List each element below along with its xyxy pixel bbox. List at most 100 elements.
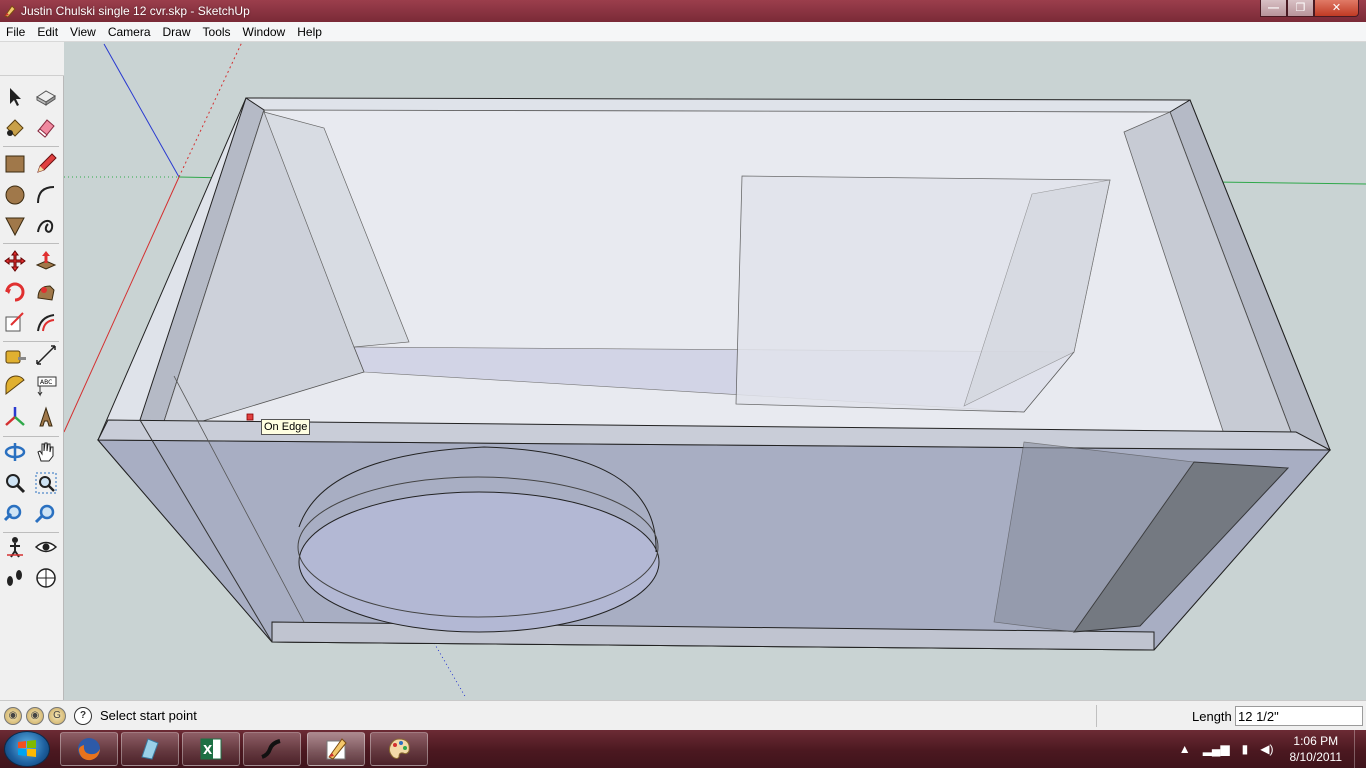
- circle-icon: [5, 185, 25, 205]
- geo-location-icon[interactable]: ◉: [4, 706, 22, 725]
- menu-bar: File Edit View Camera Draw Tools Window …: [0, 22, 1366, 42]
- orbit-tool[interactable]: [2, 439, 28, 465]
- rectangle-tool[interactable]: [2, 151, 28, 177]
- top-toolbar-area: [0, 42, 64, 76]
- zoom-window-tool[interactable]: [33, 470, 59, 496]
- dimension-icon: [36, 345, 56, 365]
- taskbar-paint[interactable]: [370, 732, 428, 766]
- rotate-tool[interactable]: [2, 279, 28, 305]
- previous-view-icon: [3, 504, 22, 522]
- line-tool[interactable]: [33, 151, 59, 177]
- taskbar-excel[interactable]: X: [182, 732, 240, 766]
- close-button[interactable]: ✕: [1314, 0, 1359, 17]
- freehand-tool[interactable]: [33, 213, 59, 239]
- arc-tool[interactable]: [33, 182, 59, 208]
- make-component-tool[interactable]: [33, 84, 59, 110]
- credits-icon[interactable]: ◉: [26, 706, 44, 725]
- follow-me-tool[interactable]: [33, 279, 59, 305]
- previous-view-tool[interactable]: [2, 501, 28, 527]
- zoom-tool[interactable]: [2, 470, 28, 496]
- pan-tool[interactable]: [33, 439, 59, 465]
- protractor-tool[interactable]: [2, 373, 28, 399]
- tape-measure-tool[interactable]: [2, 342, 28, 368]
- sketchup-app-icon: [4, 5, 16, 18]
- measurements-input[interactable]: [1235, 706, 1363, 726]
- offset-tool[interactable]: [33, 310, 59, 336]
- menu-edit[interactable]: Edit: [31, 25, 64, 39]
- tape-measure-icon: [5, 350, 26, 364]
- look-around-icon: [34, 541, 58, 553]
- speaker-cutout: [298, 491, 660, 633]
- taskbar-paint-tool[interactable]: [121, 732, 179, 766]
- pan-icon: [37, 442, 54, 462]
- polygon-icon: [5, 217, 25, 237]
- zoom-window-icon: [35, 472, 57, 494]
- rotate-icon: [5, 282, 25, 302]
- make-component-icon: [36, 90, 56, 106]
- paint-bucket-tool[interactable]: [2, 115, 28, 141]
- toolbar-separator: [3, 532, 59, 533]
- taskbar-clock[interactable]: 1:06 PM 8/10/2011: [1290, 733, 1343, 765]
- push-pull-tool[interactable]: [33, 248, 59, 274]
- clock-date: 8/10/2011: [1289, 750, 1343, 764]
- power-icon[interactable]: ▮: [1242, 742, 1249, 756]
- zoom-extents-tool[interactable]: [33, 501, 59, 527]
- select-icon: [10, 88, 21, 106]
- text-icon: ABC: [37, 376, 57, 397]
- circle-tool[interactable]: [2, 182, 28, 208]
- position-camera-tool[interactable]: [2, 534, 28, 560]
- text-tool[interactable]: ABC: [33, 373, 59, 399]
- menu-camera[interactable]: Camera: [102, 25, 157, 39]
- minimize-button[interactable]: —: [1260, 0, 1287, 17]
- menu-file[interactable]: File: [0, 25, 31, 39]
- inference-tooltip: On Edge: [261, 419, 311, 435]
- walk-tool[interactable]: [2, 565, 28, 591]
- menu-tools[interactable]: Tools: [197, 25, 237, 39]
- start-button[interactable]: [4, 731, 50, 767]
- follow-me-icon: [37, 285, 55, 301]
- protractor-icon: [5, 375, 25, 396]
- select-tool[interactable]: [2, 84, 28, 110]
- section-plane-icon: [36, 568, 56, 588]
- scale-tool[interactable]: [2, 310, 28, 336]
- freehand-icon: [37, 220, 54, 233]
- look-around-tool[interactable]: [33, 534, 59, 560]
- show-hidden-icons-icon[interactable]: ▲: [1179, 742, 1191, 756]
- move-icon: [4, 250, 26, 272]
- eraser-tool[interactable]: [33, 115, 59, 141]
- walk-icon: [7, 570, 22, 586]
- instructor-help-icon[interactable]: ?: [74, 706, 92, 725]
- menu-view[interactable]: View: [64, 25, 102, 39]
- axes-tool[interactable]: [2, 404, 28, 430]
- status-bar: ◉ ◉ G ? Select start point Length: [0, 700, 1366, 730]
- taskbar-sketchup[interactable]: [307, 732, 365, 766]
- menu-window[interactable]: Window: [237, 25, 292, 39]
- volume-icon[interactable]: ◀): [1260, 742, 1273, 756]
- menu-help[interactable]: Help: [291, 25, 328, 39]
- push-pull-icon: [35, 251, 57, 270]
- excel-icon: X: [200, 738, 222, 760]
- menu-draw[interactable]: Draw: [157, 25, 197, 39]
- 3d-text-tool[interactable]: [33, 404, 59, 430]
- axes-icon: [5, 407, 25, 426]
- taskbar-firefox[interactable]: [60, 732, 118, 766]
- green-axis-far: [1213, 181, 1366, 185]
- google-signin-icon[interactable]: G: [48, 706, 66, 725]
- toolbar-separator: [3, 146, 59, 147]
- show-desktop-button[interactable]: [1354, 730, 1366, 768]
- title-bar: Justin Chulski single 12 cvr.skp - Sketc…: [0, 0, 1366, 22]
- section-plane-tool[interactable]: [33, 565, 59, 591]
- polygon-tool[interactable]: [2, 213, 28, 239]
- dimension-tool[interactable]: [33, 342, 59, 368]
- taskbar-media[interactable]: [243, 732, 301, 766]
- paint-bucket-icon: [6, 119, 24, 137]
- move-tool[interactable]: [2, 248, 28, 274]
- status-message: Select start point: [100, 708, 197, 723]
- network-signal-icon[interactable]: ▂▄▆: [1203, 742, 1230, 756]
- window-title: Justin Chulski single 12 cvr.skp - Sketc…: [21, 4, 250, 18]
- system-tray: ▲ ▂▄▆ ▮ ◀) 1:06 PM 8/10/2011: [1173, 730, 1366, 768]
- modeling-viewport[interactable]: On Edge: [64, 42, 1366, 700]
- scale-icon: [5, 312, 24, 332]
- maximize-button[interactable]: ❐: [1287, 0, 1314, 17]
- pencil-line-icon: [37, 153, 57, 173]
